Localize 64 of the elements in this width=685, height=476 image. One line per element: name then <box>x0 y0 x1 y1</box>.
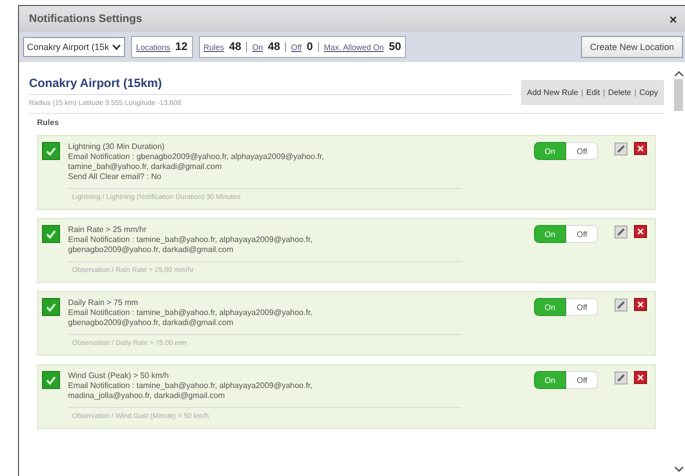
separator-text: | <box>581 88 584 97</box>
rule-text: Lightning (30 Min Duration) <box>68 142 166 152</box>
close-icon <box>637 228 644 235</box>
rule-text: gbenagbo2009@yahoo.fr, darkadi@gmail.com <box>68 318 234 328</box>
close-icon <box>637 145 644 152</box>
close-button[interactable]: × <box>669 12 677 26</box>
stat-value: 0 <box>306 41 313 53</box>
chevron-up-icon[interactable] <box>674 70 684 77</box>
off-toggle[interactable]: Off <box>566 371 598 389</box>
rule-text: gbenagbo2009@yahoo.fr, darkadi@gmail.com <box>68 245 234 255</box>
rule-checkbox[interactable] <box>42 371 60 389</box>
action-link[interactable]: Copy <box>639 88 658 97</box>
check-icon <box>46 302 56 312</box>
rule-checkbox[interactable] <box>42 142 60 160</box>
rule-text: Wind Gust (Peak) > 50 km/h <box>68 371 170 381</box>
check-icon <box>46 230 56 238</box>
delete-button[interactable] <box>634 142 647 155</box>
rules-heading: Rules <box>37 118 60 127</box>
off-toggle[interactable]: Off <box>566 225 598 243</box>
rule-text: Email Notification : tamine_bah@yahoo.fr, alphayaya2009@yahoo.fr, <box>68 381 314 391</box>
edit-icon[interactable] <box>614 298 628 312</box>
action-link[interactable]: Delete <box>608 88 632 97</box>
rule-text: madina_jolla@yahoo.fr, darkadi@gmail.com <box>68 391 226 401</box>
stat-link[interactable]: On <box>252 42 263 52</box>
rule-checkbox[interactable] <box>42 298 60 316</box>
stat-link[interactable]: Locations <box>136 42 170 52</box>
scroll-thumb[interactable] <box>674 79 683 111</box>
stat-value: 48 <box>229 41 242 53</box>
stat-link[interactable]: Max. Allowed On <box>324 42 384 52</box>
delete-button[interactable] <box>634 298 647 311</box>
off-toggle[interactable]: Off <box>566 298 598 316</box>
off-toggle[interactable]: Off <box>566 142 598 160</box>
rule-text: Send All Clear email? : No <box>68 172 162 182</box>
create-location-button[interactable]: Create New Location <box>580 36 683 58</box>
action-link[interactable]: Add New Rule <box>527 88 578 97</box>
location-title: Conakry Airport (15km) <box>29 76 512 95</box>
rule-checkbox[interactable] <box>42 225 60 243</box>
stat-link[interactable]: Rules <box>204 42 224 52</box>
separator-text: | <box>634 88 636 97</box>
edit-icon[interactable] <box>614 371 628 385</box>
chevron-down-icon[interactable] <box>674 466 684 473</box>
stat-value: 12 <box>175 41 188 53</box>
delete-button[interactable] <box>634 371 647 384</box>
rule-text: Daily Rain > 75 mm <box>68 298 140 308</box>
edit-icon[interactable] <box>614 142 628 156</box>
delete-button[interactable] <box>634 225 647 238</box>
separator-text: | <box>603 88 606 97</box>
stat-value: 48 <box>268 41 280 53</box>
close-icon <box>637 374 644 381</box>
window-title: Notifications Settings <box>29 13 142 25</box>
edit-icon[interactable] <box>614 225 628 239</box>
check-icon <box>46 146 56 156</box>
rule-text: Rain Rate > 25 mm/hr <box>68 225 148 235</box>
stat-value: 50 <box>388 41 402 53</box>
location-dropdown[interactable]: Conakry Airport (15k <box>23 37 126 57</box>
rule-text: Email Notification : tamine_bah@yahoo.fr, alphayaya2009@yahoo.fr, <box>68 308 314 318</box>
rule-text: tamine_bah@yahoo.fr, darkadi@gmail.com <box>68 162 223 172</box>
close-icon <box>637 301 644 308</box>
stat-link[interactable]: Off <box>291 42 302 52</box>
rule-text: Email Notification : gbenagbo2009@yahoo.fr, alphayaya2009@yahoo.fr, <box>68 152 325 162</box>
chevron-down-icon <box>112 44 122 50</box>
check-icon <box>46 376 56 384</box>
rule-text: Email Notification : tamine_bah@yahoo.fr, alphayaya2009@yahoo.fr, <box>68 235 314 245</box>
action-link[interactable]: Edit <box>586 88 600 97</box>
